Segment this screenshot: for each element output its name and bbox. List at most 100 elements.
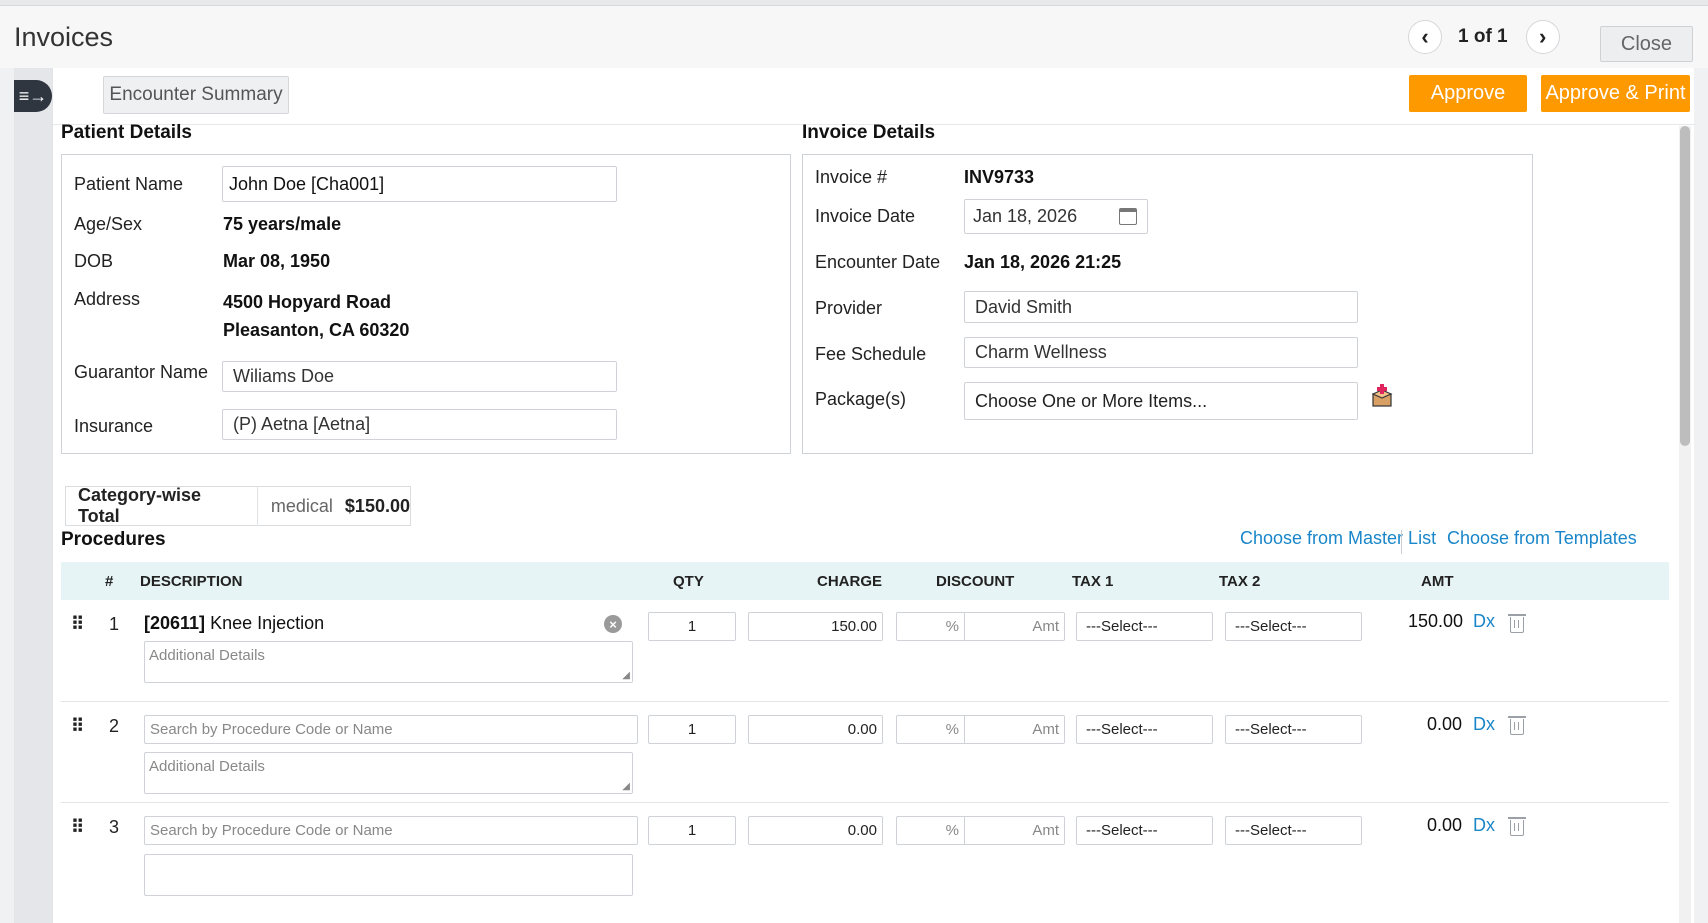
discount-amount[interactable]: Amt bbox=[965, 716, 1064, 743]
provider-value: David Smith bbox=[975, 296, 1073, 317]
delete-row-icon[interactable] bbox=[1508, 716, 1526, 735]
pager: ‹ 1 of 1 › bbox=[1408, 20, 1560, 54]
clear-procedure-icon[interactable]: × bbox=[604, 615, 622, 633]
delete-row-icon[interactable] bbox=[1508, 614, 1526, 633]
category-total-box: Category-wise Total medical $150.00 bbox=[65, 485, 411, 526]
invoice-panel: Encounter Summary Approve Approve & Prin… bbox=[52, 68, 1695, 923]
tax1-select[interactable]: ---Select--- bbox=[1076, 816, 1213, 845]
address-label: Address bbox=[74, 289, 141, 309]
qty-field[interactable]: 1 bbox=[648, 816, 736, 845]
fee-schedule-label: Fee Schedule bbox=[815, 344, 927, 364]
col-tax1: TAX 1 bbox=[1072, 573, 1114, 590]
choose-master-list-link[interactable]: Choose from Master List bbox=[1240, 528, 1436, 549]
sidebar-toggle-button[interactable]: ≡→ bbox=[14, 80, 52, 112]
tax1-select[interactable]: ---Select--- bbox=[1076, 612, 1213, 641]
invoice-number-value: INV9733 bbox=[964, 167, 1035, 187]
dx-link[interactable]: Dx bbox=[1473, 611, 1495, 632]
invoice-date-field[interactable]: Jan 18, 2026 bbox=[964, 199, 1148, 234]
age-sex-label: Age/Sex bbox=[74, 214, 143, 234]
chevron-right-icon: › bbox=[1538, 24, 1547, 49]
tax2-select[interactable]: ---Select--- bbox=[1225, 715, 1362, 744]
discount-field[interactable]: % Amt bbox=[896, 816, 1065, 845]
encounter-date-value: Jan 18, 2026 21:25 bbox=[964, 252, 1122, 272]
packages-select[interactable]: Choose One or More Items... bbox=[964, 382, 1358, 420]
fee-schedule-field[interactable]: Charm Wellness bbox=[964, 337, 1358, 368]
additional-details-field[interactable]: Additional Details ◢ bbox=[144, 752, 633, 794]
packages-placeholder: Choose One or More Items... bbox=[975, 390, 1208, 411]
insurance-field[interactable]: (P) Aetna [Aetna] bbox=[222, 409, 617, 440]
discount-amount[interactable]: Amt bbox=[965, 817, 1064, 844]
qty-field[interactable]: 1 bbox=[648, 715, 736, 744]
resize-handle-icon: ◢ bbox=[622, 781, 630, 792]
choose-templates-link[interactable]: Choose from Templates bbox=[1447, 528, 1637, 549]
patient-name-field[interactable]: John Doe [Cha001] bbox=[222, 166, 617, 202]
drag-handle-icon[interactable]: ⠿ bbox=[71, 717, 84, 735]
page-header: Invoices ‹ 1 of 1 › Close bbox=[0, 6, 1708, 68]
procedures-title: Procedures bbox=[61, 529, 166, 550]
discount-amount[interactable]: Amt bbox=[965, 613, 1064, 640]
row-number: 1 bbox=[109, 614, 120, 634]
category-name: medical bbox=[270, 495, 333, 516]
invoice-date-value: Jan 18, 2026 bbox=[973, 206, 1078, 226]
approve-button[interactable]: Approve bbox=[1409, 75, 1527, 112]
charge-field[interactable]: 0.00 bbox=[748, 816, 883, 845]
discount-percent[interactable]: % bbox=[897, 613, 965, 640]
procedure-description: [20611] Knee Injection bbox=[144, 613, 324, 634]
drag-handle-icon[interactable]: ⠿ bbox=[71, 615, 84, 633]
procedure-row: ⠿ 3 Search by Procedure Code or Name 1 0… bbox=[61, 803, 1669, 923]
fee-schedule-value: Charm Wellness bbox=[975, 342, 1107, 362]
additional-details-field[interactable]: Additional Details ◢ bbox=[144, 641, 633, 683]
row-amount: 0.00 bbox=[1427, 714, 1463, 734]
invoice-number-label: Invoice # bbox=[815, 167, 888, 187]
discount-field[interactable]: % Amt bbox=[896, 612, 1065, 641]
add-package-icon[interactable] bbox=[1369, 383, 1395, 409]
invoice-date-label: Invoice Date bbox=[815, 206, 916, 226]
procedure-search-input[interactable]: Search by Procedure Code or Name bbox=[144, 816, 638, 845]
invoice-details-box: Invoice # INV9733 Invoice Date Jan 18, 2… bbox=[802, 154, 1533, 454]
discount-percent[interactable]: % bbox=[897, 716, 965, 743]
procedure-code: [20611] bbox=[144, 613, 206, 633]
col-description: DESCRIPTION bbox=[140, 573, 243, 590]
col-amt: AMT bbox=[1421, 573, 1454, 590]
row-number: 2 bbox=[109, 716, 120, 736]
close-button[interactable]: Close bbox=[1600, 26, 1693, 62]
charge-field[interactable]: 0.00 bbox=[748, 715, 883, 744]
tax1-select[interactable]: ---Select--- bbox=[1076, 715, 1213, 744]
scrollbar-thumb[interactable] bbox=[1680, 126, 1690, 446]
procedures-table-header: # DESCRIPTION QTY CHARGE DISCOUNT TAX 1 … bbox=[61, 562, 1669, 600]
charge-field[interactable]: 150.00 bbox=[748, 612, 883, 641]
row-number: 3 bbox=[109, 817, 120, 837]
col-discount: DISCOUNT bbox=[936, 573, 1015, 590]
menu-expand-icon: ≡→ bbox=[18, 85, 48, 106]
patient-name-value: John Doe [Cha001] bbox=[229, 173, 385, 194]
calendar-icon[interactable] bbox=[1119, 208, 1137, 225]
delete-row-icon[interactable] bbox=[1508, 817, 1526, 836]
col-charge: CHARGE bbox=[817, 573, 883, 590]
discount-field[interactable]: % Amt bbox=[896, 715, 1065, 744]
additional-details-field[interactable] bbox=[144, 854, 633, 896]
encounter-summary-button[interactable]: Encounter Summary bbox=[103, 76, 289, 114]
provider-label: Provider bbox=[815, 298, 883, 318]
insurance-value: (P) Aetna [Aetna] bbox=[233, 414, 371, 434]
invoice-details-title: Invoice Details bbox=[802, 122, 936, 143]
tax2-select[interactable]: ---Select--- bbox=[1225, 816, 1362, 845]
tax2-select[interactable]: ---Select--- bbox=[1225, 612, 1362, 641]
patient-details-title: Patient Details bbox=[61, 122, 192, 143]
procedure-search-input[interactable]: Search by Procedure Code or Name bbox=[144, 715, 638, 744]
drag-handle-icon[interactable]: ⠿ bbox=[71, 818, 84, 836]
row-amount: 150.00 bbox=[1408, 611, 1464, 631]
provider-field[interactable]: David Smith bbox=[964, 291, 1358, 323]
prev-page-button[interactable]: ‹ bbox=[1408, 20, 1442, 54]
dob-label: DOB bbox=[74, 251, 114, 271]
guarantor-field[interactable]: Wiliams Doe bbox=[222, 361, 617, 392]
link-separator bbox=[1401, 530, 1402, 554]
discount-percent[interactable]: % bbox=[897, 817, 965, 844]
approve-print-button[interactable]: Approve & Print bbox=[1541, 75, 1690, 112]
qty-field[interactable]: 1 bbox=[648, 612, 736, 641]
left-sidebar-strip bbox=[14, 68, 52, 923]
next-page-button[interactable]: › bbox=[1525, 20, 1560, 54]
dx-link[interactable]: Dx bbox=[1473, 714, 1495, 735]
dob-value: Mar 08, 1950 bbox=[223, 251, 331, 271]
col-tax2: TAX 2 bbox=[1219, 573, 1261, 590]
dx-link[interactable]: Dx bbox=[1473, 815, 1495, 836]
